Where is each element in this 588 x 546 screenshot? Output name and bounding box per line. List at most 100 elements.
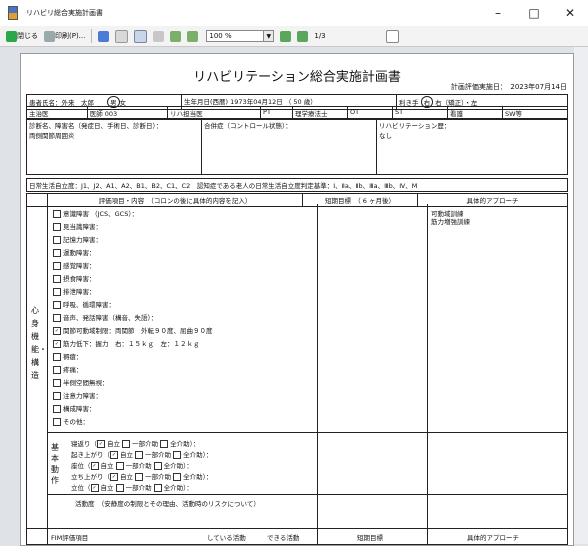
dob: 1973年04月12日 — [230, 98, 283, 106]
checkbox-checked[interactable]: ✓ — [53, 340, 61, 348]
checkbox[interactable] — [115, 484, 124, 492]
checkbox[interactable] — [53, 392, 61, 400]
checkbox[interactable] — [53, 418, 61, 426]
print-button[interactable]: 印刷(P)... — [44, 30, 85, 42]
next-page-button[interactable] — [297, 30, 309, 42]
eval-item: 運動障害： — [53, 247, 96, 257]
zoom-in-icon — [170, 30, 182, 42]
printer-icon — [44, 30, 55, 42]
approach-label: 具体的アプローチ — [467, 534, 519, 542]
checkbox[interactable] — [135, 451, 144, 459]
checkbox[interactable] — [53, 353, 61, 361]
page-counter: 1/3 — [314, 32, 326, 40]
close-report-button[interactable]: 閉じる — [6, 30, 38, 42]
checkbox[interactable] — [53, 210, 61, 218]
checkbox[interactable] — [135, 473, 144, 481]
page-icon — [115, 29, 129, 43]
checkbox[interactable] — [115, 462, 124, 470]
app-icon — [8, 6, 18, 20]
checkbox-checked[interactable]: ✓ — [53, 327, 61, 335]
single-page-button[interactable] — [115, 29, 129, 43]
vertical-scrollbar[interactable] — [574, 47, 588, 544]
maximize-button[interactable]: □ — [516, 0, 552, 26]
checkbox[interactable]: ✓ — [97, 440, 105, 448]
zoom-out-button[interactable] — [187, 30, 199, 42]
close-report-icon — [6, 30, 17, 42]
checkbox[interactable]: ✓ — [90, 484, 99, 492]
eval-item: 見当識障害： — [53, 221, 102, 231]
zoom-in-button[interactable] — [170, 30, 182, 42]
basic-motion-row: 寝返り（ ✓ 自立 一部介助 全介助）： — [71, 440, 200, 448]
help-icon — [385, 29, 399, 43]
checkbox[interactable] — [153, 484, 162, 492]
checkbox[interactable]: ✓ — [90, 462, 99, 470]
basic-motion-row: 立ち上がり（ ✓ 自立 一部介助 全介助）： — [71, 473, 213, 481]
divider — [91, 29, 93, 43]
zoom-select[interactable]: 100 % — [206, 30, 265, 42]
prev-page-button[interactable] — [280, 30, 292, 42]
checkbox[interactable] — [53, 249, 61, 257]
basic-motion-row: 起き上がり（ ✓ 自立 一部介助 全介助）： — [71, 451, 213, 459]
page-setup-icon — [153, 30, 165, 42]
evaluation-date: 計画評価実施日： 2023年07月14日 — [450, 83, 567, 91]
eval-body: 心身機能・構造 可動域訓練 筋力増強訓練 意識障害 （JCS、GCS）： 見当識障… — [26, 204, 568, 545]
chevron-down-icon[interactable]: ▼ — [264, 30, 275, 42]
diagnosis-table: 診断名、障害名（発症日、手術日、診断日）： 両側関節周囲炎 合併症（コントロール状… — [26, 118, 568, 175]
eval-item: 疼痛： — [53, 364, 83, 374]
checkbox[interactable] — [53, 236, 61, 244]
report-page: リハビリテーション総合実施計画書 計画評価実施日： 2023年07月14日 患者… — [20, 53, 574, 546]
eval-item: その他： — [53, 416, 89, 426]
eval-item: 半側空間無視： — [53, 377, 109, 387]
checkbox[interactable] — [53, 405, 61, 413]
help-button[interactable] — [385, 29, 399, 43]
eval-item: 感覚障害： — [53, 260, 96, 270]
checkbox[interactable] — [53, 262, 61, 270]
prev-page-icon — [280, 30, 292, 42]
multipage-icon — [134, 29, 148, 43]
checkbox[interactable]: ✓ — [110, 473, 118, 481]
checkbox[interactable] — [53, 379, 61, 387]
doing-label: している活動 — [207, 534, 246, 542]
checkbox[interactable] — [53, 288, 61, 296]
checkbox[interactable] — [53, 275, 61, 283]
minimize-button[interactable]: – — [480, 0, 516, 26]
eval-item: 摂食障害： — [53, 273, 96, 283]
viewer-toolbar: 閉じる 印刷(P)... 100 % ▼ 1/3 — [0, 26, 588, 47]
window-title: リハビリ総合実施計画書 — [26, 9, 103, 17]
checkbox[interactable] — [153, 462, 162, 470]
section-label: 心身機能・構造 — [31, 306, 47, 380]
eval-item: 音声、発話障害（構音、失語）： — [53, 312, 157, 322]
checkbox[interactable] — [122, 440, 131, 448]
eval-item: ✓ 筋力低下：握力 右：１５ｋｇ 左：１２ｋｇ — [53, 340, 200, 348]
approach-2: 筋力増強訓練 — [431, 218, 470, 226]
eval-item: ✓ 関節可動域制限：両関節 外転９０度、屈曲９０度 — [53, 327, 213, 335]
eval-item: 注意力障害： — [53, 390, 102, 400]
checkbox[interactable] — [160, 440, 169, 448]
basic-motion-row: 座位（ ✓ 自立 一部介助 全介助）： — [71, 462, 193, 470]
eval-item: 呼吸、循環障害： — [53, 299, 115, 309]
checkbox[interactable] — [53, 366, 61, 374]
eval-item: 意識障害 （JCS、GCS）： — [53, 208, 138, 218]
basic-motion-row: 立位（ ✓ 自立 一部介助 全介助）： — [71, 484, 193, 492]
title-bar: リハビリ総合実施計画書 – □ ✕ — [0, 0, 588, 26]
eval-item: 構成障害： — [53, 403, 96, 413]
checkbox[interactable]: ✓ — [110, 451, 118, 459]
find-button[interactable] — [98, 30, 110, 42]
eval-item: 褥瘡： — [53, 351, 83, 361]
page-setup-button[interactable] — [153, 30, 165, 42]
adl-table: 日常生活自立度：J1、J2、A1、A2、B1、B2、C1、C2 認知症である老人… — [26, 178, 568, 192]
multi-page-button[interactable] — [134, 29, 148, 43]
checkbox[interactable] — [53, 223, 61, 231]
close-button[interactable]: ✕ — [552, 0, 588, 26]
checkbox[interactable] — [53, 314, 61, 322]
eval-item: 排泄障害： — [53, 286, 96, 296]
checkbox[interactable] — [173, 451, 182, 459]
checkbox[interactable] — [173, 473, 182, 481]
next-page-icon — [297, 30, 309, 42]
short-goal-label: 短期目標 — [357, 534, 383, 542]
checkbox[interactable] — [53, 301, 61, 309]
activity-label: 活動度 （安静度の制限とその理由、活動時のリスクについて） — [75, 500, 260, 508]
zoom-out-icon — [187, 30, 199, 42]
eval-item: 記憶力障害： — [53, 234, 102, 244]
diagnosis: 両側関節周囲炎 — [29, 132, 75, 140]
